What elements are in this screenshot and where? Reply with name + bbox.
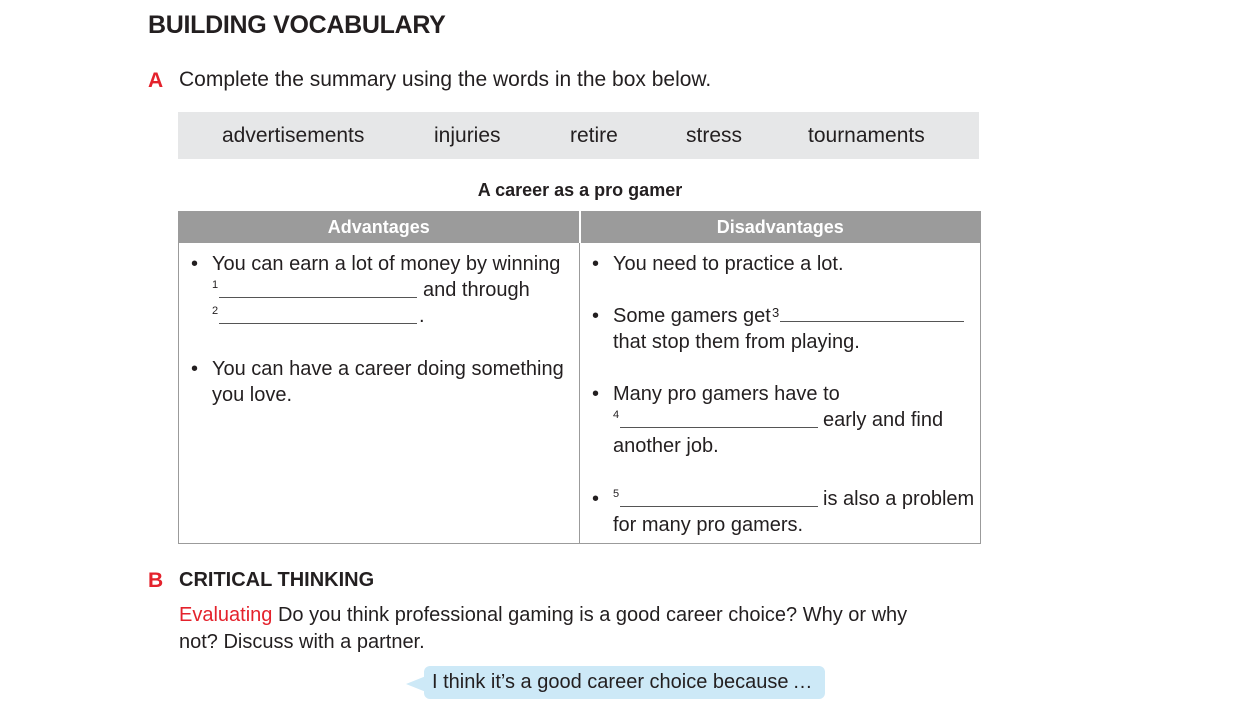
disadvantages-cell: • You need to practice a lot. • Some gam…: [579, 242, 981, 544]
exercise-b-question: Evaluating Do you think professional gam…: [179, 602, 979, 656]
bullet-icon: •: [592, 253, 600, 275]
advantage-1-text: You can earn a lot of money by winning: [212, 253, 561, 275]
disadvantage-4-after-blank: is also a problem: [823, 488, 975, 510]
exercise-b-letter: B: [148, 569, 164, 592]
disadvantage-3-after-blank: early and find: [823, 409, 944, 431]
exercise-a-instruction: Complete the summary using the words in …: [179, 68, 712, 91]
advantages-cell: • You can earn a lot of money by winning…: [178, 242, 580, 544]
bullet-icon: •: [191, 358, 199, 380]
disadvantage-4-line-2: for many pro gamers.: [613, 514, 804, 536]
evaluating-label: Evaluating: [179, 604, 273, 626]
disadvantage-3-line-3: another job.: [613, 435, 719, 457]
speech-bubble-tail: [406, 676, 426, 692]
advantage-1-and-through: and through: [423, 279, 530, 301]
blank-2-field[interactable]: [219, 305, 417, 324]
blank-number: 4: [613, 409, 620, 421]
blank-number: 1: [212, 279, 219, 291]
blank-4-field[interactable]: [620, 409, 818, 428]
summary-table: Advantages Disadvantages • You can earn …: [178, 211, 981, 544]
advantage-2-line-1: You can have a career doing something: [212, 358, 564, 380]
word-box-item[interactable]: advertisements: [222, 124, 364, 148]
advantage-2-line-2: you love.: [212, 384, 293, 406]
blank-number: 3: [772, 305, 780, 320]
exercise-b-title: CRITICAL THINKING: [179, 569, 375, 591]
question-line-1: Do you think professional gaming is a go…: [277, 604, 908, 626]
word-box-item[interactable]: injuries: [434, 124, 501, 148]
bullet-icon: •: [592, 383, 600, 405]
section-heading: BUILDING VOCABULARY: [148, 11, 446, 39]
word-box: advertisements injuries retire stress to…: [178, 112, 979, 159]
exercise-a-letter: A: [148, 69, 164, 92]
disadvantage-1-text: You need to practice a lot.: [613, 253, 844, 275]
column-header-advantages: Advantages: [178, 211, 580, 243]
blank-number: 2: [212, 305, 219, 317]
blank-5-field[interactable]: [620, 488, 818, 507]
bullet-icon: •: [592, 488, 600, 510]
word-box-item[interactable]: stress: [686, 124, 742, 148]
disadvantage-2-line-2: that stop them from playing.: [613, 331, 860, 353]
column-header-disadvantages: Disadvantages: [578, 211, 981, 243]
advantage-1-period: .: [419, 305, 425, 327]
blank-1-field[interactable]: [219, 279, 417, 298]
speech-bubble: I think it’s a good career choice becaus…: [424, 666, 825, 699]
disadvantage-2-line-1: Some gamers get: [613, 305, 771, 327]
question-line-2: not? Discuss with a partner.: [179, 631, 425, 653]
blank-3-field[interactable]: [780, 303, 964, 322]
blank-number: 5: [613, 488, 620, 500]
word-box-item[interactable]: retire: [570, 124, 618, 148]
bullet-icon: •: [191, 253, 199, 275]
table-title: A career as a pro gamer: [477, 180, 683, 200]
disadvantage-3-line-1: Many pro gamers have to: [613, 383, 840, 405]
bullet-icon: •: [592, 305, 600, 327]
word-box-item[interactable]: tournaments: [808, 124, 925, 148]
